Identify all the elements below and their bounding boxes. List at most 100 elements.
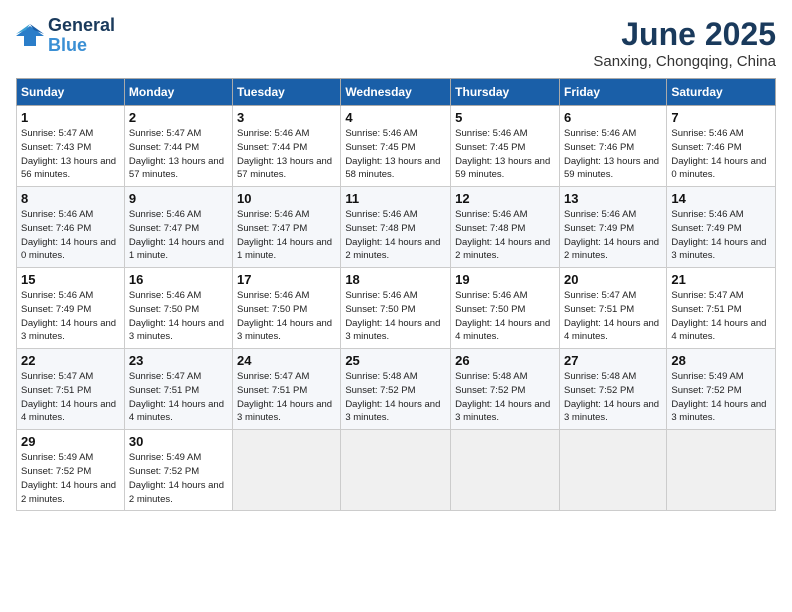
day-info: Sunrise: 5:46 AMSunset: 7:47 PMDaylight:… xyxy=(129,209,224,261)
day-number: 3 xyxy=(237,110,336,125)
day-number: 15 xyxy=(21,272,120,287)
weekday-header: SundayMondayTuesdayWednesdayThursdayFrid… xyxy=(17,79,776,106)
calendar-cell: 7 Sunrise: 5:46 AMSunset: 7:46 PMDayligh… xyxy=(667,106,776,187)
day-number: 24 xyxy=(237,353,336,368)
weekday-header-wednesday: Wednesday xyxy=(341,79,451,106)
day-info: Sunrise: 5:47 AMSunset: 7:44 PMDaylight:… xyxy=(129,128,224,180)
day-number: 20 xyxy=(564,272,662,287)
calendar-row-4: 22 Sunrise: 5:47 AMSunset: 7:51 PMDaylig… xyxy=(17,349,776,430)
title-area: June 2025 Sanxing, Chongqing, China xyxy=(593,16,776,70)
calendar-row-3: 15 Sunrise: 5:46 AMSunset: 7:49 PMDaylig… xyxy=(17,268,776,349)
day-info: Sunrise: 5:46 AMSunset: 7:49 PMDaylight:… xyxy=(21,290,116,342)
day-info: Sunrise: 5:47 AMSunset: 7:51 PMDaylight:… xyxy=(237,371,332,423)
calendar-cell: 8 Sunrise: 5:46 AMSunset: 7:46 PMDayligh… xyxy=(17,187,125,268)
day-info: Sunrise: 5:48 AMSunset: 7:52 PMDaylight:… xyxy=(345,371,440,423)
day-number: 30 xyxy=(129,434,228,449)
weekday-header-sunday: Sunday xyxy=(17,79,125,106)
calendar-cell: 20 Sunrise: 5:47 AMSunset: 7:51 PMDaylig… xyxy=(559,268,666,349)
calendar-cell: 23 Sunrise: 5:47 AMSunset: 7:51 PMDaylig… xyxy=(124,349,232,430)
day-info: Sunrise: 5:48 AMSunset: 7:52 PMDaylight:… xyxy=(455,371,550,423)
day-info: Sunrise: 5:46 AMSunset: 7:46 PMDaylight:… xyxy=(21,209,116,261)
header: GeneralBlue June 2025 Sanxing, Chongqing… xyxy=(16,16,776,70)
day-number: 26 xyxy=(455,353,555,368)
day-number: 18 xyxy=(345,272,446,287)
day-info: Sunrise: 5:49 AMSunset: 7:52 PMDaylight:… xyxy=(671,371,766,423)
calendar-cell: 17 Sunrise: 5:46 AMSunset: 7:50 PMDaylig… xyxy=(233,268,341,349)
calendar-row-2: 8 Sunrise: 5:46 AMSunset: 7:46 PMDayligh… xyxy=(17,187,776,268)
day-number: 12 xyxy=(455,191,555,206)
day-number: 27 xyxy=(564,353,662,368)
day-number: 7 xyxy=(671,110,771,125)
calendar-cell: 21 Sunrise: 5:47 AMSunset: 7:51 PMDaylig… xyxy=(667,268,776,349)
day-number: 9 xyxy=(129,191,228,206)
calendar-row-1: 1 Sunrise: 5:47 AMSunset: 7:43 PMDayligh… xyxy=(17,106,776,187)
day-info: Sunrise: 5:46 AMSunset: 7:46 PMDaylight:… xyxy=(671,128,766,180)
month-title: June 2025 xyxy=(593,16,776,53)
calendar-cell xyxy=(559,430,666,511)
day-number: 16 xyxy=(129,272,228,287)
day-info: Sunrise: 5:49 AMSunset: 7:52 PMDaylight:… xyxy=(21,452,116,504)
day-info: Sunrise: 5:46 AMSunset: 7:48 PMDaylight:… xyxy=(455,209,550,261)
day-number: 11 xyxy=(345,191,446,206)
day-number: 5 xyxy=(455,110,555,125)
calendar-cell: 4 Sunrise: 5:46 AMSunset: 7:45 PMDayligh… xyxy=(341,106,451,187)
calendar-cell: 14 Sunrise: 5:46 AMSunset: 7:49 PMDaylig… xyxy=(667,187,776,268)
calendar-cell xyxy=(233,430,341,511)
calendar-cell: 15 Sunrise: 5:46 AMSunset: 7:49 PMDaylig… xyxy=(17,268,125,349)
day-number: 28 xyxy=(671,353,771,368)
calendar-cell: 1 Sunrise: 5:47 AMSunset: 7:43 PMDayligh… xyxy=(17,106,125,187)
day-info: Sunrise: 5:46 AMSunset: 7:50 PMDaylight:… xyxy=(455,290,550,342)
calendar-cell: 27 Sunrise: 5:48 AMSunset: 7:52 PMDaylig… xyxy=(559,349,666,430)
day-info: Sunrise: 5:49 AMSunset: 7:52 PMDaylight:… xyxy=(129,452,224,504)
calendar-cell: 2 Sunrise: 5:47 AMSunset: 7:44 PMDayligh… xyxy=(124,106,232,187)
calendar-cell: 13 Sunrise: 5:46 AMSunset: 7:49 PMDaylig… xyxy=(559,187,666,268)
calendar-cell: 10 Sunrise: 5:46 AMSunset: 7:47 PMDaylig… xyxy=(233,187,341,268)
logo-icon xyxy=(16,22,44,50)
calendar-row-5: 29 Sunrise: 5:49 AMSunset: 7:52 PMDaylig… xyxy=(17,430,776,511)
day-info: Sunrise: 5:47 AMSunset: 7:43 PMDaylight:… xyxy=(21,128,116,180)
day-info: Sunrise: 5:47 AMSunset: 7:51 PMDaylight:… xyxy=(129,371,224,423)
day-number: 21 xyxy=(671,272,771,287)
calendar-body: 1 Sunrise: 5:47 AMSunset: 7:43 PMDayligh… xyxy=(17,106,776,511)
day-number: 4 xyxy=(345,110,446,125)
day-number: 19 xyxy=(455,272,555,287)
day-number: 25 xyxy=(345,353,446,368)
weekday-header-friday: Friday xyxy=(559,79,666,106)
day-info: Sunrise: 5:46 AMSunset: 7:50 PMDaylight:… xyxy=(129,290,224,342)
day-info: Sunrise: 5:46 AMSunset: 7:48 PMDaylight:… xyxy=(345,209,440,261)
day-info: Sunrise: 5:46 AMSunset: 7:44 PMDaylight:… xyxy=(237,128,332,180)
day-number: 6 xyxy=(564,110,662,125)
day-info: Sunrise: 5:47 AMSunset: 7:51 PMDaylight:… xyxy=(21,371,116,423)
day-info: Sunrise: 5:47 AMSunset: 7:51 PMDaylight:… xyxy=(564,290,659,342)
day-number: 1 xyxy=(21,110,120,125)
day-info: Sunrise: 5:46 AMSunset: 7:50 PMDaylight:… xyxy=(237,290,332,342)
location-title: Sanxing, Chongqing, China xyxy=(593,53,776,70)
calendar-cell: 28 Sunrise: 5:49 AMSunset: 7:52 PMDaylig… xyxy=(667,349,776,430)
day-info: Sunrise: 5:47 AMSunset: 7:51 PMDaylight:… xyxy=(671,290,766,342)
day-info: Sunrise: 5:48 AMSunset: 7:52 PMDaylight:… xyxy=(564,371,659,423)
calendar-cell: 18 Sunrise: 5:46 AMSunset: 7:50 PMDaylig… xyxy=(341,268,451,349)
day-number: 23 xyxy=(129,353,228,368)
day-number: 29 xyxy=(21,434,120,449)
day-info: Sunrise: 5:46 AMSunset: 7:50 PMDaylight:… xyxy=(345,290,440,342)
day-number: 2 xyxy=(129,110,228,125)
calendar-cell: 19 Sunrise: 5:46 AMSunset: 7:50 PMDaylig… xyxy=(451,268,560,349)
day-info: Sunrise: 5:46 AMSunset: 7:47 PMDaylight:… xyxy=(237,209,332,261)
calendar-cell: 6 Sunrise: 5:46 AMSunset: 7:46 PMDayligh… xyxy=(559,106,666,187)
weekday-header-saturday: Saturday xyxy=(667,79,776,106)
day-number: 8 xyxy=(21,191,120,206)
calendar-cell: 24 Sunrise: 5:47 AMSunset: 7:51 PMDaylig… xyxy=(233,349,341,430)
logo-text: GeneralBlue xyxy=(48,16,115,56)
calendar-cell: 30 Sunrise: 5:49 AMSunset: 7:52 PMDaylig… xyxy=(124,430,232,511)
calendar-cell: 26 Sunrise: 5:48 AMSunset: 7:52 PMDaylig… xyxy=(451,349,560,430)
day-info: Sunrise: 5:46 AMSunset: 7:46 PMDaylight:… xyxy=(564,128,659,180)
day-number: 10 xyxy=(237,191,336,206)
day-number: 17 xyxy=(237,272,336,287)
calendar-cell: 11 Sunrise: 5:46 AMSunset: 7:48 PMDaylig… xyxy=(341,187,451,268)
calendar-cell: 29 Sunrise: 5:49 AMSunset: 7:52 PMDaylig… xyxy=(17,430,125,511)
calendar-cell: 12 Sunrise: 5:46 AMSunset: 7:48 PMDaylig… xyxy=(451,187,560,268)
day-info: Sunrise: 5:46 AMSunset: 7:45 PMDaylight:… xyxy=(345,128,440,180)
calendar-cell: 22 Sunrise: 5:47 AMSunset: 7:51 PMDaylig… xyxy=(17,349,125,430)
day-number: 22 xyxy=(21,353,120,368)
calendar-cell: 25 Sunrise: 5:48 AMSunset: 7:52 PMDaylig… xyxy=(341,349,451,430)
